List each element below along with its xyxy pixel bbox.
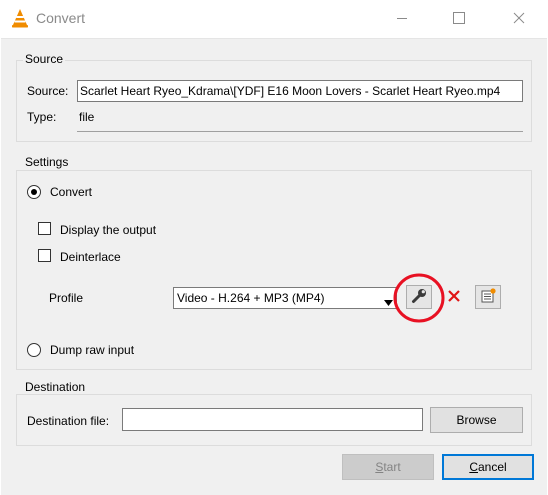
start-button[interactable]: Start bbox=[342, 454, 434, 480]
window-title: Convert bbox=[36, 10, 86, 26]
settings-group-label: Settings bbox=[23, 155, 71, 169]
profile-selected-value: Video - H.264 + MP3 (MP4) bbox=[177, 291, 325, 305]
cancel-label: Cancel bbox=[469, 460, 507, 474]
annotation-circle bbox=[392, 272, 446, 324]
convert-radio[interactable] bbox=[27, 185, 41, 199]
dump-raw-label[interactable]: Dump raw input bbox=[50, 343, 134, 357]
type-label: Type: bbox=[27, 110, 57, 124]
delete-x-icon bbox=[447, 289, 461, 306]
source-field[interactable]: Scarlet Heart Ryeo_Kdrama\[YDF] E16 Moon… bbox=[77, 80, 523, 102]
close-icon bbox=[513, 12, 525, 27]
radio-selected-dot bbox=[31, 189, 37, 195]
display-output-label[interactable]: Display the output bbox=[60, 223, 156, 237]
delete-profile-button[interactable] bbox=[441, 285, 467, 309]
profile-dropdown[interactable]: Video - H.264 + MP3 (MP4) bbox=[173, 287, 397, 309]
title-bar[interactable]: Convert bbox=[0, 0, 548, 38]
destination-group-label: Destination bbox=[23, 380, 88, 394]
display-output-checkbox[interactable] bbox=[38, 222, 51, 235]
settings-group bbox=[16, 170, 532, 370]
profile-label: Profile bbox=[49, 291, 84, 305]
deinterlace-label[interactable]: Deinterlace bbox=[60, 250, 121, 264]
destination-file-input[interactable] bbox=[122, 408, 423, 431]
minimize-icon bbox=[396, 12, 408, 27]
type-value: file bbox=[79, 110, 95, 124]
start-label: Start bbox=[375, 460, 401, 474]
source-group-label: Source bbox=[23, 52, 66, 66]
source-path-text: Scarlet Heart Ryeo_Kdrama\[YDF] E16 Moon… bbox=[80, 84, 501, 98]
browse-button[interactable]: Browse bbox=[430, 407, 523, 433]
deinterlace-checkbox[interactable] bbox=[38, 249, 51, 262]
cancel-button[interactable]: Cancel bbox=[442, 454, 534, 480]
new-profile-button[interactable] bbox=[475, 285, 501, 309]
maximize-icon bbox=[453, 11, 465, 27]
destination-file-label: Destination file: bbox=[27, 414, 110, 428]
convert-label[interactable]: Convert bbox=[50, 185, 92, 199]
browse-label: Browse bbox=[456, 413, 497, 427]
vlc-cone-icon bbox=[10, 8, 30, 28]
minimize-button[interactable] bbox=[379, 0, 425, 38]
source-separator bbox=[77, 131, 523, 132]
close-button[interactable] bbox=[496, 0, 542, 38]
dump-raw-radio[interactable] bbox=[27, 343, 41, 357]
new-profile-icon bbox=[480, 287, 496, 307]
source-label: Source: bbox=[27, 84, 69, 98]
maximize-button[interactable] bbox=[436, 0, 482, 38]
